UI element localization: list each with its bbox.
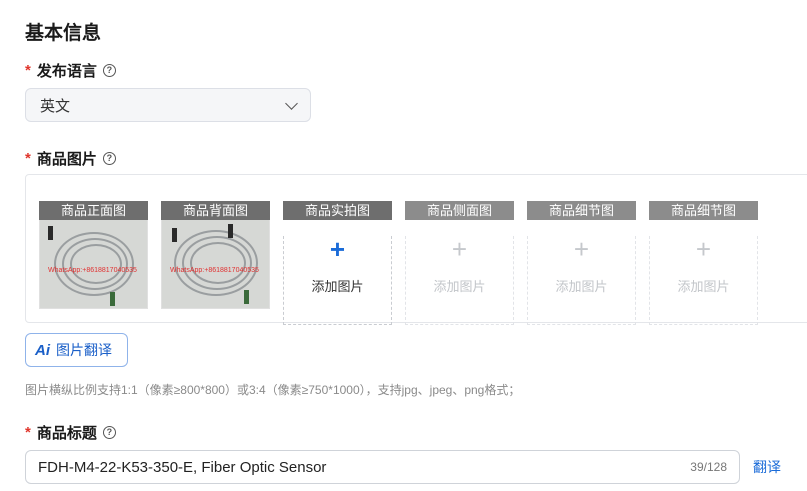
plus-icon: + [451,234,468,264]
image-format-hint: 图片横纵比例支持1:1（像素≥800*800）或3:4（像素≥750*1000）… [25,383,521,397]
language-label: 发布语言 [36,63,97,80]
image-slot-caption: 商品背面图 [161,201,270,220]
add-image-label: 添加图片 [433,279,486,294]
image-slot-side[interactable]: 商品侧面图 + 添加图片 [405,201,514,325]
add-image-label: 添加图片 [555,279,608,294]
question-circle-icon[interactable]: ? [102,64,116,77]
plus-icon: + [329,234,346,264]
language-label-row: * 发布语言 ? [25,60,116,81]
plus-icon: + [695,234,712,264]
title-label-row: * 商品标题 ? [25,422,116,443]
product-photo[interactable]: WhatsApp:+8618817040535 [161,220,270,309]
question-circle-icon[interactable]: ? [102,426,116,439]
photo-watermark: WhatsApp:+8618817040535 [48,267,137,274]
title-label: 商品标题 [36,425,97,442]
plus-icon: + [573,234,590,264]
translate-link[interactable]: 翻译 [753,457,781,477]
add-image-button[interactable]: + 添加图片 [283,236,392,325]
photo-watermark: WhatsApp:+8618817040535 [170,267,259,274]
add-image-label: 添加图片 [677,279,730,294]
language-select-value: 英文 [40,97,71,115]
image-translate-button[interactable]: Ai 图片翻译 [25,333,128,367]
image-slot-caption: 商品侧面图 [405,201,514,220]
question-circle-icon[interactable]: ? [102,152,116,165]
language-select[interactable]: 英文 [25,88,311,122]
char-counter: 39/128 [690,460,727,474]
product-photo[interactable]: WhatsApp:+8618817040535 [39,220,148,309]
required-mark: * [25,150,31,167]
image-slot-caption: 商品细节图 [527,201,636,220]
required-mark: * [25,424,31,441]
image-slot-back[interactable]: 商品背面图 WhatsApp:+8618817040535 [161,201,270,309]
add-image-button[interactable]: + 添加图片 [405,236,514,325]
ai-icon: Ai [35,341,50,359]
image-slot-detail-1[interactable]: 商品细节图 + 添加图片 [527,201,636,325]
image-slot-detail-2[interactable]: 商品细节图 + 添加图片 [649,201,758,325]
image-slot-caption: 商品正面图 [39,201,148,220]
images-label-row: * 商品图片 ? [25,148,116,169]
image-slot-caption: 商品实拍图 [283,201,392,220]
section-title: 基本信息 [25,23,102,44]
product-title-value: FDH-M4-22-K53-350-E, Fiber Optic Sensor [38,458,327,476]
image-slot-real-shot[interactable]: 商品实拍图 + 添加图片 [283,201,392,325]
add-image-label: 添加图片 [311,279,364,294]
add-image-button[interactable]: + 添加图片 [649,236,758,325]
required-mark: * [25,62,31,79]
image-slot-caption: 商品细节图 [649,201,758,220]
product-title-input[interactable]: FDH-M4-22-K53-350-E, Fiber Optic Sensor … [25,450,740,484]
add-image-button[interactable]: + 添加图片 [527,236,636,325]
images-label: 商品图片 [36,151,97,168]
image-translate-label: 图片翻译 [56,342,112,358]
chevron-down-icon [285,96,298,110]
image-slot-front[interactable]: 商品正面图 WhatsApp:+8618817040535 [39,201,148,309]
